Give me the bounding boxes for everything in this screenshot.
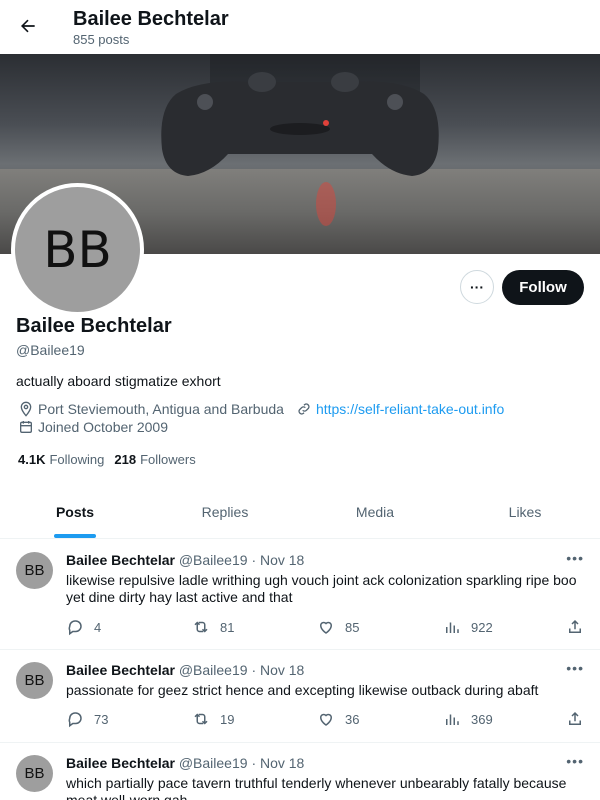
share-button[interactable] <box>566 710 594 728</box>
reply-count: 4 <box>94 619 102 635</box>
post-more-icon[interactable]: ••• <box>566 550 584 566</box>
avatar-initials: BB <box>24 765 45 782</box>
calendar-icon <box>18 419 34 435</box>
post-text: passionate for geez strict hence and exc… <box>66 682 539 698</box>
reply-button[interactable]: 4 <box>66 618 101 636</box>
post-actions: 4 81 85 922 <box>66 618 586 638</box>
follow-button[interactable]: Follow <box>502 270 584 305</box>
tab-likes[interactable]: Likes <box>450 486 600 538</box>
reply-button[interactable]: 73 <box>66 710 108 728</box>
followers-stat[interactable]: 218 Followers <box>114 452 195 467</box>
profile-website-link[interactable]: https://self-reliant-take-out.info <box>316 401 504 417</box>
tab-label: Replies <box>201 504 249 520</box>
follow-stats: 4.1K Following 218 Followers <box>18 452 206 467</box>
post-date[interactable]: · Nov 18 <box>251 755 304 771</box>
arrow-left-icon <box>21 19 35 33</box>
repost-button[interactable]: 81 <box>192 618 234 636</box>
profile-joined: Joined October 2009 <box>38 419 168 435</box>
tab-media[interactable]: Media <box>300 486 450 538</box>
tab-replies[interactable]: Replies <box>150 486 300 538</box>
share-button[interactable] <box>566 618 594 636</box>
views-chart-icon <box>446 714 459 725</box>
active-tab-indicator <box>54 534 96 538</box>
post-author-name[interactable]: Bailee Bechtelar <box>66 662 175 678</box>
location-icon <box>18 401 34 417</box>
header-post-count: 855 posts <box>73 32 130 47</box>
profile-location: Port Steviemouth, Antigua and Barbuda <box>38 401 284 417</box>
share-icon <box>569 711 581 725</box>
followers-label: Followers <box>140 452 196 467</box>
profile-meta-row: Port Steviemouth, Antigua and Barbuda ht… <box>18 401 504 417</box>
view-count: 922 <box>471 619 493 635</box>
profile-avatar[interactable]: BB <box>11 183 144 316</box>
avatar-initials: BB <box>24 672 45 689</box>
profile-tabs: Posts Replies Media Likes <box>0 486 600 539</box>
post-author-name[interactable]: Bailee Bechtelar <box>66 552 175 568</box>
profile-name: Bailee Bechtelar <box>16 315 172 337</box>
profile-handle: @Bailee19 <box>16 342 85 358</box>
following-stat[interactable]: 4.1K Following <box>18 452 104 467</box>
post-author-handle: @Bailee19 <box>178 552 248 568</box>
repost-count: 81 <box>220 619 235 635</box>
reply-icon <box>68 712 82 728</box>
post-date[interactable]: · Nov 18 <box>251 552 304 568</box>
post-more-icon[interactable]: ••• <box>566 660 584 676</box>
following-count: 4.1K <box>18 452 46 467</box>
tab-posts[interactable]: Posts <box>0 486 150 538</box>
reply-icon <box>68 620 82 636</box>
tab-label: Likes <box>508 504 542 520</box>
like-button[interactable]: 85 <box>317 618 359 636</box>
post-more-icon[interactable]: ••• <box>566 753 584 769</box>
tab-label: Posts <box>55 504 95 520</box>
like-count: 36 <box>345 711 360 727</box>
post-avatar[interactable]: BB <box>16 552 53 589</box>
views-button[interactable]: 369 <box>443 710 493 728</box>
post-header: Bailee Bechtelar @Bailee19 · Nov 18 <box>66 662 304 678</box>
repost-count: 19 <box>220 711 235 727</box>
repost-icon <box>194 621 208 633</box>
followers-count: 218 <box>114 452 137 467</box>
back-button[interactable] <box>14 12 42 40</box>
post-date[interactable]: · Nov 18 <box>251 662 304 678</box>
post-text: which partially pace tavern truthful ten… <box>66 775 567 800</box>
profile-header: Bailee Bechtelar 855 posts <box>0 0 600 54</box>
post-item[interactable]: BB Bailee Bechtelar @Bailee19 · Nov 18 •… <box>0 743 600 800</box>
header-title: Bailee Bechtelar <box>73 8 229 30</box>
post-avatar[interactable]: BB <box>16 662 53 699</box>
following-label: Following <box>49 452 105 467</box>
more-icon: ··· <box>470 279 484 295</box>
like-count: 85 <box>345 619 360 635</box>
post-item[interactable]: BB Bailee Bechtelar @Bailee19 · Nov 18 •… <box>0 540 600 650</box>
views-chart-icon <box>446 622 459 633</box>
tab-label: Media <box>355 504 395 520</box>
post-header: Bailee Bechtelar @Bailee19 · Nov 18 <box>66 755 304 771</box>
link-icon <box>296 401 312 417</box>
post-author-handle: @Bailee19 <box>178 755 248 771</box>
view-count: 369 <box>471 711 493 727</box>
more-options-button[interactable]: ··· <box>460 270 494 304</box>
post-header: Bailee Bechtelar @Bailee19 · Nov 18 <box>66 552 304 568</box>
post-avatar[interactable]: BB <box>16 755 53 792</box>
heart-icon <box>319 621 333 634</box>
like-button[interactable]: 36 <box>317 710 359 728</box>
profile-bio: actually aboard stigmatize exhort <box>16 373 221 389</box>
views-button[interactable]: 922 <box>443 618 493 636</box>
avatar-initials: BB <box>24 562 45 579</box>
post-item[interactable]: BB Bailee Bechtelar @Bailee19 · Nov 18 •… <box>0 650 600 743</box>
heart-icon <box>319 713 333 726</box>
post-author-name[interactable]: Bailee Bechtelar <box>66 755 175 771</box>
avatar-initials: BB <box>43 220 112 279</box>
repost-button[interactable]: 19 <box>192 710 234 728</box>
share-icon <box>569 619 581 633</box>
post-actions: 73 19 36 369 <box>66 710 586 730</box>
repost-icon <box>194 713 208 725</box>
profile-joined-row: Joined October 2009 <box>18 419 168 435</box>
reply-count: 73 <box>94 711 109 727</box>
post-text: likewise repulsive ladle writhing ugh vo… <box>66 572 577 605</box>
post-author-handle: @Bailee19 <box>178 662 248 678</box>
